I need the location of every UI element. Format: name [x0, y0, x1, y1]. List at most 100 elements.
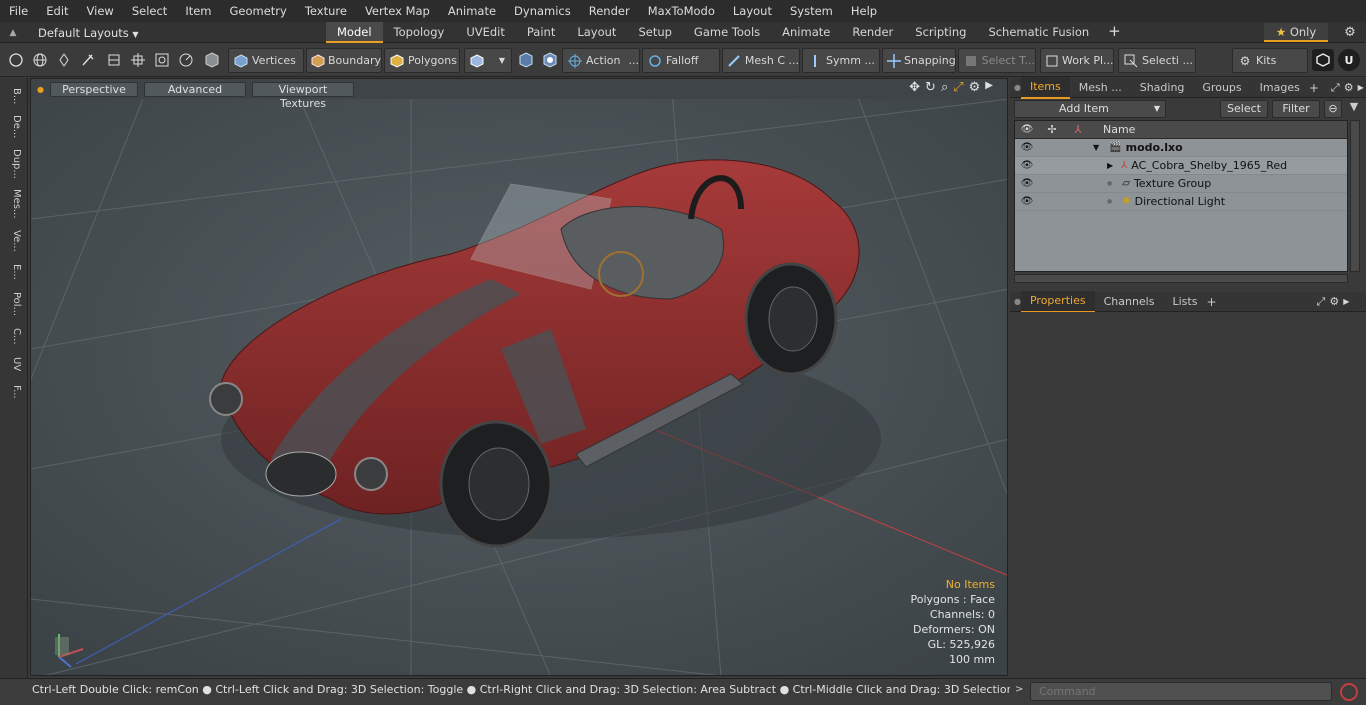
menu-texture[interactable]: Texture	[296, 0, 356, 22]
expand-arrow-icon[interactable]: ▶	[1107, 161, 1113, 170]
menu-view[interactable]: View	[78, 0, 123, 22]
tab-scripting[interactable]: Scripting	[904, 22, 977, 43]
add-panel-tab-icon[interactable]: +	[1206, 295, 1216, 309]
3d-viewport[interactable]: ● Perspective Advanced Viewport Textures…	[30, 78, 1008, 676]
element-move-icon[interactable]	[104, 50, 124, 70]
symmetry-button[interactable]: Symm ...	[802, 48, 880, 73]
rotate-icon[interactable]: ↻	[925, 80, 936, 95]
viewport-gear-icon[interactable]: ⚙	[969, 80, 981, 95]
funnel-icon[interactable]: ▼	[1346, 100, 1362, 118]
tab-render[interactable]: Render	[841, 22, 904, 43]
item-row-texture-group[interactable]: 👁 ● ▱ Texture Group	[1015, 175, 1347, 193]
add-tab-button[interactable]: +	[1100, 22, 1129, 43]
menu-select[interactable]: Select	[123, 0, 176, 22]
tab-paint[interactable]: Paint	[516, 22, 566, 43]
gear-icon[interactable]: ⚙	[1340, 22, 1360, 43]
tab-lists[interactable]: Lists	[1163, 292, 1206, 312]
select-through-button[interactable]: Select T...	[958, 48, 1036, 73]
left-tab-uv[interactable]: UV	[4, 352, 22, 376]
tab-images[interactable]: Images	[1251, 78, 1309, 98]
left-tab-mesh-edit[interactable]: Mes...	[4, 186, 22, 222]
tab-layout[interactable]: Layout	[566, 22, 627, 43]
tab-schematic-fusion[interactable]: Schematic Fusion	[977, 22, 1100, 43]
soft-select-icon[interactable]	[540, 50, 560, 70]
visibility-eye-icon[interactable]: 👁	[1015, 160, 1039, 171]
menu-vertex-map[interactable]: Vertex Map	[356, 0, 439, 22]
globe-icon[interactable]	[30, 50, 50, 70]
add-panel-tab-icon[interactable]: +	[1309, 81, 1319, 95]
panel-maximize-icon[interactable]: ⤢	[1317, 295, 1326, 309]
snap-grid-icon[interactable]	[128, 50, 148, 70]
tab-groups[interactable]: Groups	[1193, 78, 1250, 98]
panel-chevron-icon[interactable]: ▶	[1343, 297, 1349, 306]
falloff-button[interactable]: Falloff	[642, 48, 720, 73]
menu-dynamics[interactable]: Dynamics	[505, 0, 580, 22]
pivot-icon[interactable]	[176, 50, 196, 70]
menu-layout[interactable]: Layout	[724, 0, 781, 22]
left-tab-basic[interactable]: B...	[4, 84, 22, 108]
menu-file[interactable]: File	[0, 0, 37, 22]
pen-icon[interactable]	[54, 50, 74, 70]
left-tab-vertex[interactable]: Ve...	[4, 226, 22, 256]
tab-setup[interactable]: Setup	[627, 22, 682, 43]
pan-icon[interactable]: ✥	[909, 80, 920, 95]
menu-maxtomodo[interactable]: MaxToModo	[639, 0, 724, 22]
menu-help[interactable]: Help	[842, 0, 886, 22]
cube-icon[interactable]	[1312, 49, 1334, 71]
snapping-button[interactable]: Snapping	[882, 48, 956, 73]
add-item-dropdown[interactable]: Add Item ▼	[1014, 100, 1166, 118]
left-tab-deform[interactable]: De...	[4, 112, 22, 142]
visibility-eye-icon[interactable]: 👁	[1015, 178, 1039, 189]
center-icon[interactable]	[152, 50, 172, 70]
tab-uvedit[interactable]: UVEdit	[455, 22, 516, 43]
advanced-button[interactable]: Advanced	[143, 81, 246, 97]
tab-model[interactable]: Model	[326, 22, 383, 43]
work-plane-button[interactable]: Work Pl...	[1040, 48, 1114, 73]
mesh-constraint-button[interactable]: Mesh C ...	[722, 48, 800, 73]
material-mode-dropdown[interactable]: ▼	[464, 48, 512, 73]
select-button[interactable]: Select	[1220, 100, 1268, 118]
menu-render[interactable]: Render	[580, 0, 639, 22]
perspective-button[interactable]: Perspective	[49, 81, 138, 97]
command-input[interactable]	[1030, 682, 1332, 701]
maximize-icon[interactable]: ⤢	[953, 80, 963, 95]
tab-channels[interactable]: Channels	[1095, 292, 1164, 312]
visibility-eye-icon[interactable]: 👁	[1015, 142, 1039, 153]
tab-properties[interactable]: Properties	[1020, 290, 1095, 313]
menu-item[interactable]: Item	[176, 0, 220, 22]
kits-button[interactable]: ⚙ Kits	[1232, 48, 1308, 73]
item-list-hscroll[interactable]	[1014, 274, 1348, 283]
left-tab-duplicate[interactable]: Dup...	[4, 146, 22, 182]
panel-maximize-icon[interactable]: ⤢	[1331, 81, 1340, 95]
collapse-icon[interactable]: ⊖	[1324, 100, 1342, 118]
expand-arrow-icon[interactable]: ▼	[1093, 143, 1099, 152]
left-tab-edge[interactable]: E...	[4, 260, 22, 284]
tab-mesh-ops[interactable]: Mesh ...	[1070, 78, 1131, 98]
unreal-icon[interactable]: U	[1338, 49, 1360, 71]
panel-gear-icon[interactable]: ⚙	[1329, 295, 1339, 308]
left-tab-polygon[interactable]: Pol...	[4, 288, 22, 320]
zoom-icon[interactable]: ⌕	[941, 80, 948, 95]
selection-sets-button[interactable]: Selecti ...	[1118, 48, 1196, 73]
polygons-button[interactable]: Polygons	[384, 48, 460, 73]
filter-button[interactable]: Filter	[1272, 100, 1320, 118]
name-column-header[interactable]: Name	[1103, 123, 1135, 136]
boundary-button[interactable]: Boundary	[306, 48, 382, 73]
item-mode-icon[interactable]	[202, 50, 222, 70]
tab-topology[interactable]: Topology	[383, 22, 456, 43]
vertices-button[interactable]: Vertices	[228, 48, 304, 73]
panel-chevron-icon[interactable]: ▶	[1358, 83, 1364, 92]
tab-items[interactable]: Items	[1020, 76, 1070, 99]
item-list-scrollbar[interactable]	[1350, 120, 1360, 272]
tab-shading[interactable]: Shading	[1131, 78, 1194, 98]
visibility-eye-icon[interactable]: 👁	[1015, 196, 1039, 207]
item-row-scene[interactable]: 👁 ▼ 🎬 modo.lxo	[1015, 139, 1347, 157]
left-tab-curve[interactable]: C...	[4, 324, 22, 348]
item-row-light[interactable]: 👁 ● ✸ Directional Light	[1015, 193, 1347, 211]
left-tab-fusion[interactable]: F...	[4, 380, 22, 404]
layout-toggle-icon[interactable]: ▲	[0, 28, 26, 38]
record-icon[interactable]	[1340, 683, 1358, 701]
menu-edit[interactable]: Edit	[37, 0, 77, 22]
panel-gear-icon[interactable]: ⚙	[1344, 81, 1354, 94]
menu-geometry[interactable]: Geometry	[221, 0, 296, 22]
